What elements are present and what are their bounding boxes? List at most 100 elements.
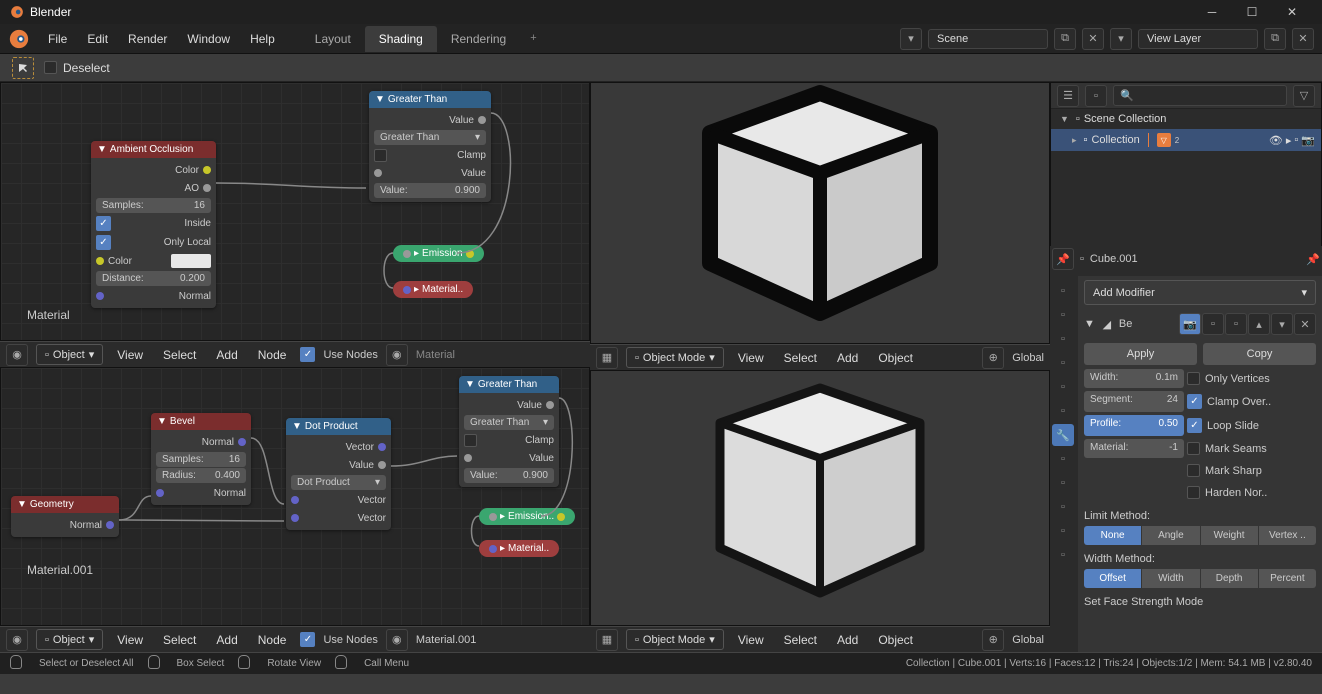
gt2-mode[interactable]: Greater Than▾ — [464, 415, 554, 430]
hdr-view[interactable]: View — [111, 348, 149, 362]
tab-layout[interactable]: Layout — [301, 26, 365, 52]
mod-move-up-icon[interactable]: ▴ — [1248, 313, 1270, 335]
gt2-value[interactable]: Value:0.900 — [464, 468, 554, 483]
add-modifier-dropdown[interactable]: Add Modifier▾ — [1084, 280, 1316, 305]
material-browse-icon[interactable]: ◉ — [386, 344, 408, 366]
tab-data-icon[interactable]: ▫ — [1052, 520, 1074, 542]
node-material-out-2-collapsed[interactable]: ▸ Material.. — [479, 540, 559, 557]
segment-field[interactable]: Segment:24 — [1084, 391, 1184, 412]
only-vertices-checkbox[interactable]: Only Vertices — [1187, 369, 1316, 388]
tab-add-button[interactable]: + — [520, 26, 546, 52]
outliner-collection[interactable]: ▸▫ Collection ▽ 2 👁 ▸ ▫ 📷 — [1051, 129, 1321, 151]
node-emission-2-collapsed[interactable]: ▸ Emission.. — [479, 508, 575, 525]
scene-new-icon[interactable]: ⧉ — [1054, 28, 1076, 50]
tab-particles-icon[interactable]: ▫ — [1052, 448, 1074, 470]
tab-render-icon[interactable]: ▫ — [1052, 280, 1074, 302]
editor-type-3d-icon-2[interactable]: ▦ — [596, 629, 618, 651]
outliner-search[interactable]: 🔍 — [1113, 85, 1287, 106]
hdr-node[interactable]: Node — [252, 348, 293, 362]
ao-distance-field[interactable]: Distance:0.200 — [96, 271, 211, 286]
close-button[interactable]: ✕ — [1272, 0, 1312, 24]
hdr-select[interactable]: Select — [157, 348, 202, 362]
orientation-icon[interactable]: ⊕ — [982, 347, 1004, 369]
node-bevel[interactable]: ▼ Bevel Normal Samples:16 Radius:0.400 N… — [151, 413, 251, 505]
node-material-out-collapsed[interactable]: ▸ Material.. — [393, 281, 473, 298]
viewlayer-delete-icon[interactable]: ✕ — [1292, 28, 1314, 50]
props-pin-icon[interactable]: 📌 — [1052, 248, 1074, 270]
render-vis-icon[interactable]: 📷 — [1301, 134, 1315, 147]
tab-material-icon[interactable]: ▫ — [1052, 544, 1074, 566]
vp-add[interactable]: Add — [831, 351, 864, 365]
wm-offset[interactable]: Offset — [1084, 569, 1141, 588]
tab-physics-icon[interactable]: ▫ — [1052, 472, 1074, 494]
outliner-display-icon[interactable]: ☰ — [1057, 85, 1079, 107]
tab-constraints-icon[interactable]: ▫ — [1052, 496, 1074, 518]
menu-render[interactable]: Render — [118, 32, 177, 46]
tab-world-icon[interactable]: ▫ — [1052, 376, 1074, 398]
editor-type-icon-2[interactable]: ◉ — [6, 629, 28, 651]
ao-samples-field[interactable]: Samples:16 — [96, 198, 211, 213]
limit-method-segments[interactable]: None Angle Weight Vertex .. — [1084, 526, 1316, 545]
bevel-radius[interactable]: Radius:0.400 — [156, 468, 246, 483]
outliner-filter-icon[interactable]: ▽ — [1293, 85, 1315, 107]
hdr-view-2[interactable]: View — [111, 633, 149, 647]
hdr-add-2[interactable]: Add — [210, 633, 243, 647]
orientation-icon-2[interactable]: ⊕ — [982, 629, 1004, 651]
pin-icon[interactable]: 📌 — [1306, 253, 1320, 266]
editor-type-3d-icon[interactable]: ▦ — [596, 347, 618, 369]
mod-move-down-icon[interactable]: ▾ — [1271, 313, 1293, 335]
scene-name-input[interactable] — [928, 29, 1048, 49]
tab-rendering[interactable]: Rendering — [437, 26, 520, 52]
tab-shading[interactable]: Shading — [365, 26, 437, 52]
node-geometry[interactable]: ▼ Geometry Normal — [11, 496, 119, 537]
select-tool-icon[interactable] — [12, 57, 34, 79]
viewport-vis-icon[interactable]: ▫ — [1294, 134, 1298, 147]
viewlayer-browse-icon[interactable]: ▾ — [1110, 28, 1132, 50]
mod-delete-icon[interactable]: ✕ — [1294, 313, 1316, 335]
tab-output-icon[interactable]: ▫ — [1052, 304, 1074, 326]
minimize-button[interactable]: ─ — [1192, 0, 1232, 24]
node-greater-than-2[interactable]: ▼ Greater Than Value Greater Than▾ Clamp… — [459, 376, 559, 487]
shader-type-dropdown-2[interactable]: ▫ Object ▾ — [36, 629, 103, 650]
node-dot-product[interactable]: ▼ Dot Product Vector Value Dot Product▾ … — [286, 418, 391, 530]
tab-scene-icon[interactable]: ▫ — [1052, 352, 1074, 374]
node-greater-than[interactable]: ▼ Greater Than Value Greater Than▾ Clamp… — [369, 91, 491, 202]
mode-dropdown-2[interactable]: ▫ Object Mode ▾ — [626, 629, 724, 650]
scene-delete-icon[interactable]: ✕ — [1082, 28, 1104, 50]
wm-percent[interactable]: Percent — [1259, 569, 1316, 588]
material-index-field[interactable]: Material:-1 — [1084, 439, 1184, 458]
gt-value-field[interactable]: Value:0.900 — [374, 183, 486, 198]
harden-normals-checkbox[interactable]: Harden Nor.. — [1187, 483, 1316, 502]
material-placeholder[interactable]: Material — [416, 349, 455, 361]
editor-type-icon[interactable]: ◉ — [6, 344, 28, 366]
node-editor-top[interactable]: Material ▼ Ambient Occlusion Color AO Sa… — [0, 82, 590, 341]
clamp-overlap-checkbox[interactable]: ✓Clamp Over.. — [1187, 391, 1316, 412]
loop-slide-checkbox[interactable]: ✓Loop Slide — [1187, 415, 1316, 436]
menu-file[interactable]: File — [38, 32, 77, 46]
outliner-filter-view-icon[interactable]: ▫ — [1085, 85, 1107, 107]
modifier-header[interactable]: ▼ ◢ Be 📷 ▫ ▫ ▴ ▾ ✕ — [1084, 309, 1316, 339]
menu-help[interactable]: Help — [240, 32, 285, 46]
dot-mode[interactable]: Dot Product▾ — [291, 475, 386, 490]
mode-dropdown[interactable]: ▫ Object Mode ▾ — [626, 347, 724, 368]
deselect-checkbox[interactable]: Deselect — [44, 61, 110, 75]
mod-show-viewport-icon[interactable]: ▫ — [1202, 313, 1224, 335]
menu-edit[interactable]: Edit — [77, 32, 118, 46]
use-nodes-checkbox-2[interactable]: ✓ — [300, 632, 315, 647]
width-field[interactable]: Width:0.1m — [1084, 369, 1184, 388]
gt-mode-dropdown[interactable]: Greater Than▾ — [374, 130, 486, 145]
wm-depth[interactable]: Depth — [1201, 569, 1258, 588]
vp-select[interactable]: Select — [778, 351, 823, 365]
mark-seams-checkbox[interactable]: Mark Seams — [1187, 439, 1316, 458]
viewlayer-name-input[interactable] — [1138, 29, 1258, 49]
maximize-button[interactable]: ☐ — [1232, 0, 1272, 24]
shader-type-dropdown[interactable]: ▫ Object ▾ — [36, 344, 103, 365]
3d-viewport-bottom[interactable] — [590, 370, 1050, 626]
material-name-2[interactable]: Material.001 — [416, 634, 477, 646]
hdr-add[interactable]: Add — [210, 348, 243, 362]
mark-sharp-checkbox[interactable]: Mark Sharp — [1187, 461, 1316, 480]
vp-object[interactable]: Object — [872, 351, 919, 365]
tab-viewlayer-icon[interactable]: ▫ — [1052, 328, 1074, 350]
material-browse-icon-2[interactable]: ◉ — [386, 629, 408, 651]
limit-weight[interactable]: Weight — [1201, 526, 1258, 545]
